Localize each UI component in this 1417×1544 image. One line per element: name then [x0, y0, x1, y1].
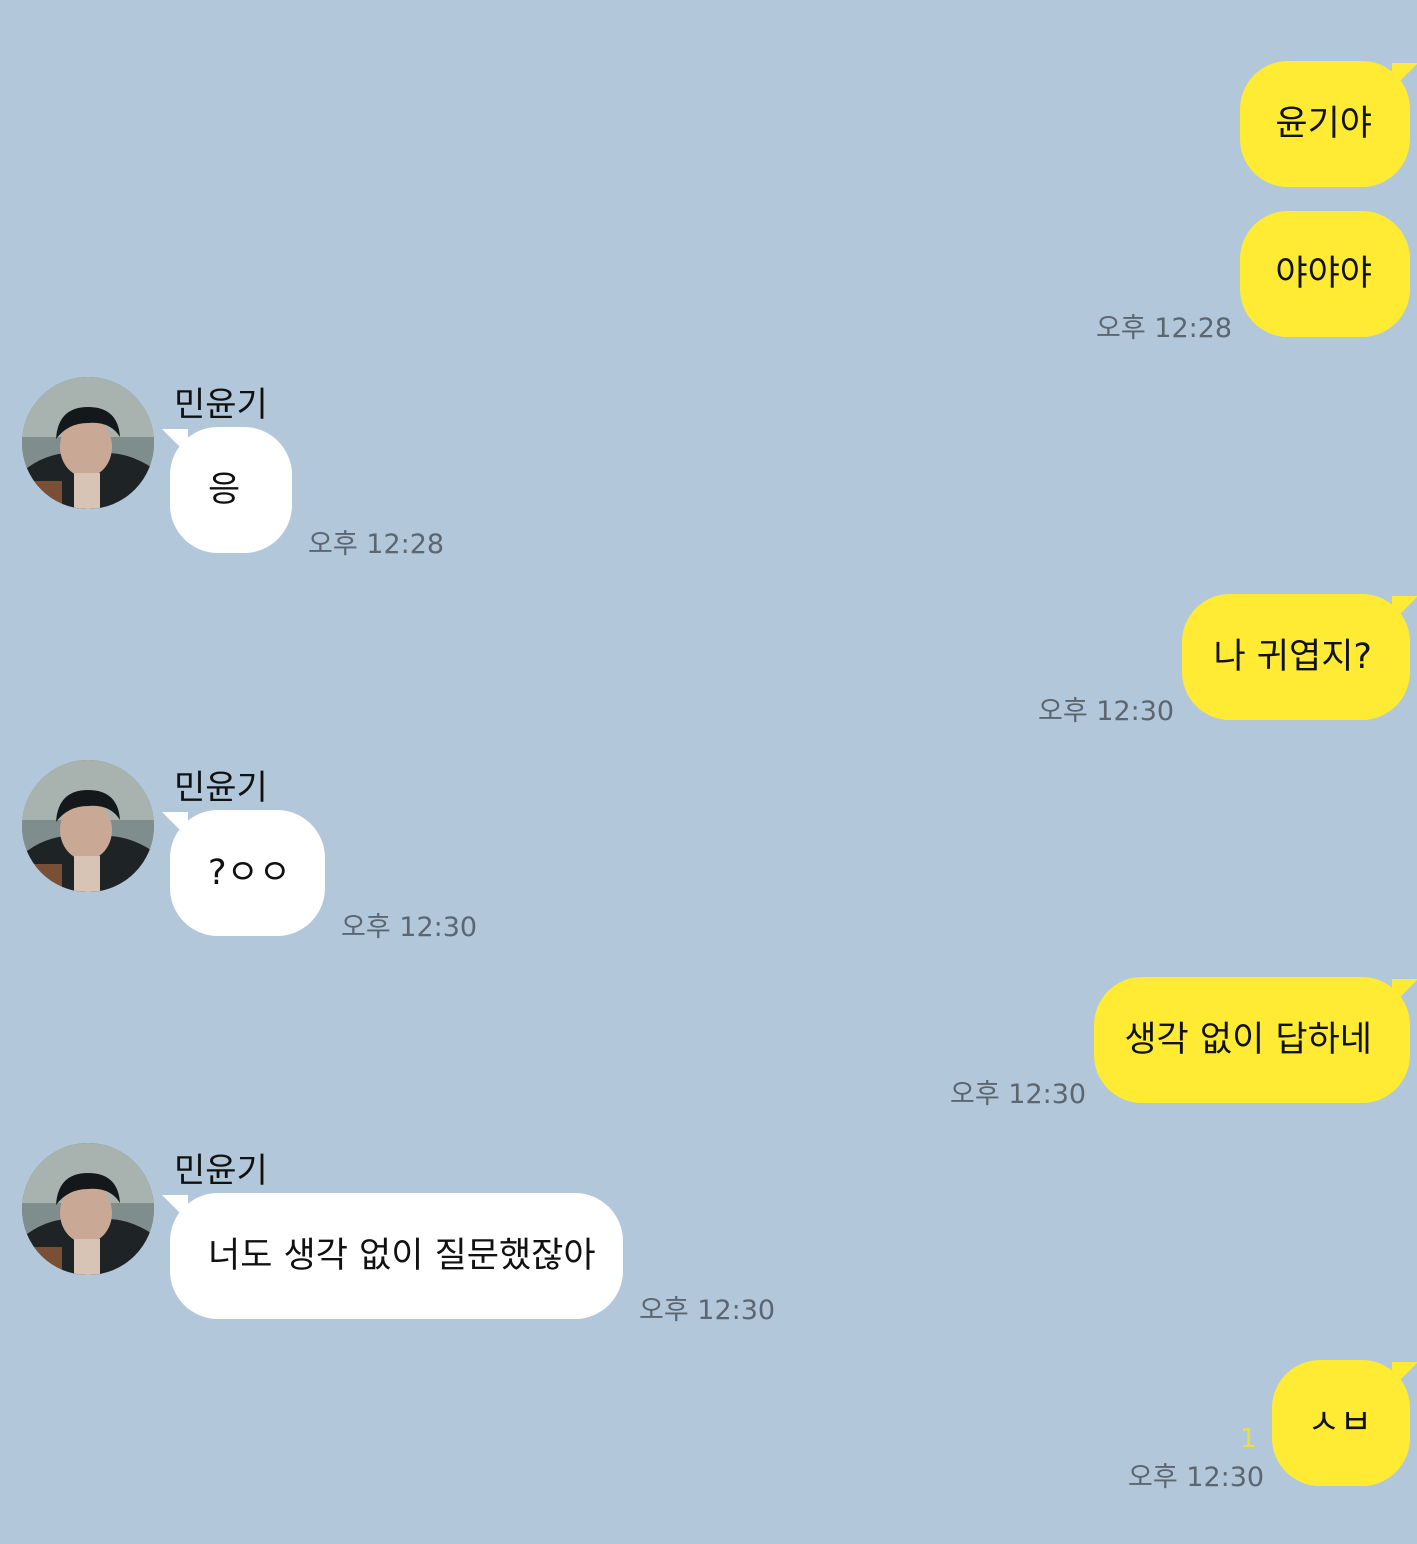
sender-avatar[interactable]: [22, 760, 154, 892]
message-text: 윤기야: [1275, 103, 1372, 144]
my-message-bubble[interactable]: 나 귀엽지?: [1182, 594, 1417, 720]
received-message-bubble[interactable]: 응: [162, 427, 292, 553]
received-message-bubble[interactable]: ?ㅇㅇ: [162, 810, 325, 936]
message-timestamp: 오후 12:30: [639, 1295, 776, 1326]
message-text: ㅅㅂ: [1307, 1402, 1372, 1443]
sender-name: 민윤기: [174, 385, 268, 425]
profile-photo-icon: [22, 1143, 154, 1275]
message-text: 너도 생각 없이 질문했잖아: [208, 1235, 596, 1276]
sender-avatar[interactable]: [22, 1143, 154, 1275]
message-timestamp: 오후 12:28: [308, 529, 445, 560]
my-message-bubble[interactable]: 윤기야: [1240, 61, 1417, 187]
bubble-tail: [1392, 63, 1417, 89]
bubble-tail: [162, 1195, 188, 1221]
message-text: ?ㅇㅇ: [208, 852, 291, 893]
unread-count: 1: [1240, 1424, 1257, 1454]
message-timestamp: 오후 12:30: [1038, 696, 1175, 727]
received-message-bubble[interactable]: 너도 생각 없이 질문했잖아: [162, 1193, 623, 1319]
message-text: 생각 없이 답하네: [1124, 1019, 1372, 1060]
sender-name: 민윤기: [174, 768, 268, 808]
bubble-tail: [162, 429, 188, 455]
my-message-bubble[interactable]: 생각 없이 답하네: [1094, 977, 1417, 1103]
sender-avatar[interactable]: [22, 377, 154, 509]
bubble-tail: [1392, 1362, 1417, 1388]
message-text: 응: [208, 469, 241, 510]
bubble-tail: [162, 812, 188, 838]
bubble-tail: [1392, 596, 1417, 622]
message-timestamp: 오후 12:30: [950, 1079, 1087, 1110]
message-text: 야야야: [1275, 253, 1372, 294]
bubble-tail: [1392, 979, 1417, 1005]
message-text: 나 귀엽지?: [1213, 636, 1372, 677]
my-message-bubble[interactable]: 야야야: [1240, 211, 1410, 337]
message-timestamp: 오후 12:30: [1128, 1462, 1265, 1493]
my-message-bubble[interactable]: ㅅㅂ: [1272, 1360, 1417, 1486]
message-timestamp: 오후 12:30: [341, 912, 478, 943]
profile-photo-icon: [22, 377, 154, 509]
sender-name: 민윤기: [174, 1151, 268, 1191]
message-timestamp: 오후 12:28: [1096, 313, 1233, 344]
profile-photo-icon: [22, 760, 154, 892]
